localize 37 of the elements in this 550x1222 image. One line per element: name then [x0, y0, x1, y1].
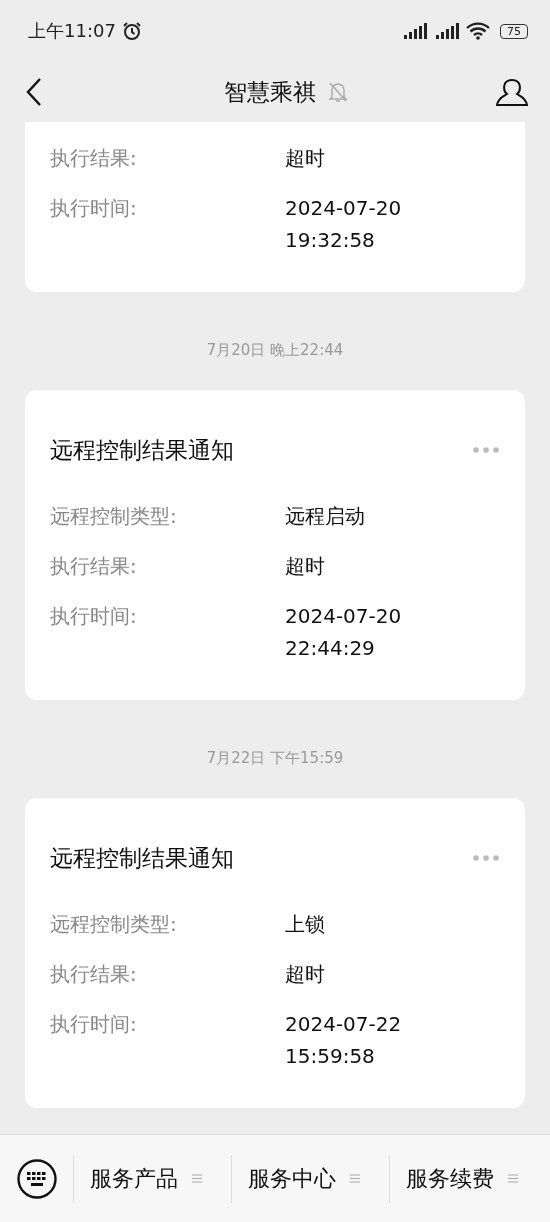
message-timestamp: 7月20日 晚上22:44	[206, 341, 344, 360]
submenu-icon	[508, 1174, 518, 1183]
menu-tab[interactable]: 服务续费	[389, 1154, 547, 1203]
chat-title: 智慧乘祺	[224, 77, 316, 107]
field-label: 远程控制类型:	[50, 503, 178, 530]
field-value: 2024-07-20 19:32:58	[285, 195, 402, 254]
signal-icon	[402, 22, 428, 40]
signal-icon	[434, 22, 460, 40]
field-value: 超时	[285, 961, 325, 988]
submenu-icon	[350, 1174, 360, 1183]
field-label: 远程控制类型:	[50, 911, 178, 938]
field-value: 2024-07-20 22:44:29	[285, 603, 402, 662]
message-timestamp: 7月22日 下午15:59	[206, 749, 344, 768]
profile-icon[interactable]	[496, 77, 528, 107]
menu-tab[interactable]: 服务产品	[73, 1154, 231, 1203]
field-label: 执行时间:	[50, 195, 138, 222]
wifi-icon	[466, 22, 490, 40]
field-value: 2024-07-22 15:59:58	[285, 1011, 402, 1070]
status-time: 上午11:07	[28, 19, 116, 43]
card-title: 远程控制结果通知	[50, 435, 234, 465]
field-label: 执行结果:	[50, 145, 138, 172]
field-value: 超时	[285, 553, 325, 580]
muted-bell-icon	[328, 81, 348, 103]
field-label: 执行结果:	[50, 961, 138, 988]
menu-tab[interactable]: 服务中心	[231, 1154, 389, 1203]
card-title: 远程控制结果通知	[50, 843, 234, 873]
field-value: 上锁	[285, 911, 325, 938]
field-label: 执行时间:	[50, 603, 138, 630]
alarm-clock-icon	[121, 21, 142, 41]
field-value: 远程启动	[285, 503, 365, 530]
battery-indicator: 75	[500, 23, 528, 39]
keyboard-icon[interactable]	[17, 1158, 57, 1199]
field-label: 执行结果:	[50, 553, 138, 580]
back-icon[interactable]	[26, 78, 42, 106]
field-value: 超时	[285, 145, 325, 172]
field-label: 执行时间:	[50, 1011, 138, 1038]
submenu-icon	[192, 1174, 202, 1183]
